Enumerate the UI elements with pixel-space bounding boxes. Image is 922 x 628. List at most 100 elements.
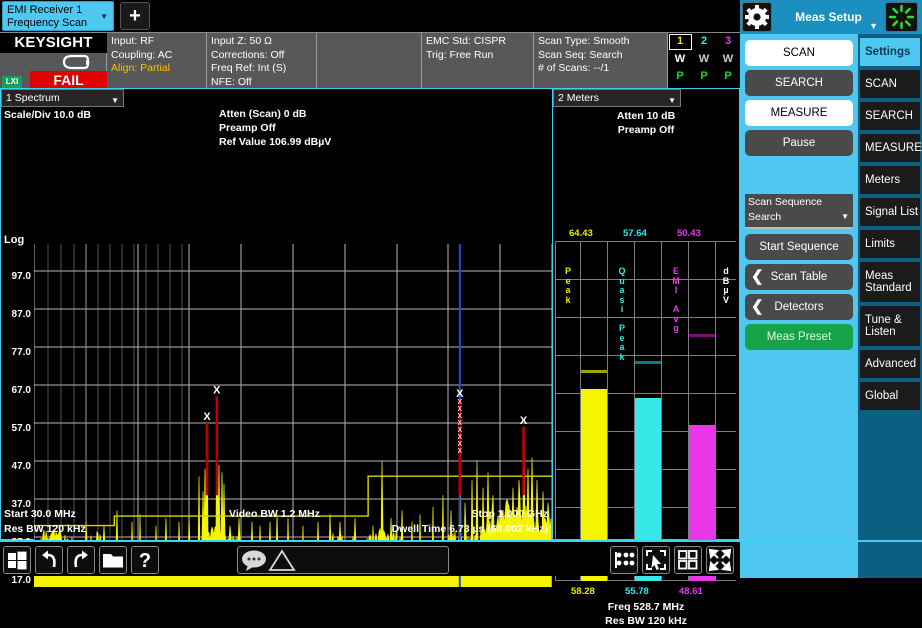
taskbar: ? bbox=[0, 540, 922, 576]
measuring-burst-icon[interactable] bbox=[885, 2, 918, 32]
meter-gridline bbox=[555, 241, 556, 581]
chevron-down-icon[interactable]: ▼ bbox=[111, 93, 119, 109]
menu-button-measure[interactable]: MEASURE bbox=[745, 100, 853, 126]
help-icon[interactable]: ? bbox=[131, 546, 159, 574]
chevron-down-icon[interactable]: ▼ bbox=[100, 11, 108, 24]
scan-sequence-dropdown[interactable]: Scan Sequence Search ▼ bbox=[745, 194, 853, 229]
menu-button-meas-preset[interactable]: Meas Preset bbox=[745, 324, 853, 350]
taskbar-teal-block bbox=[858, 542, 922, 578]
y-tick-label: 67.0 bbox=[1, 385, 31, 396]
menu-button-label: MEASURE bbox=[771, 107, 828, 119]
status-scan-settings[interactable]: Scan Type: Smooth Scan Seq: Search # of … bbox=[534, 33, 668, 89]
scale-per-div-label: Scale/Div 10.0 dB bbox=[4, 109, 91, 121]
message-status-area[interactable] bbox=[237, 546, 449, 574]
meas-setup-label: Meas Setup bbox=[795, 10, 862, 24]
menu-button-start-sequence[interactable]: Start Sequence bbox=[745, 234, 853, 260]
fullscreen-icon[interactable] bbox=[706, 546, 734, 574]
tab-emi-receiver-frequency-scan[interactable]: EMI Receiver 1 Frequency Scan ▼ bbox=[2, 1, 114, 31]
status-spacer-cell bbox=[317, 33, 422, 89]
trace-write-mode: W bbox=[668, 50, 692, 68]
four-pane-icon[interactable] bbox=[674, 546, 702, 574]
trace-detector-mode: P bbox=[716, 68, 740, 85]
add-tab-button[interactable]: + bbox=[120, 2, 150, 30]
svg-text:x: x bbox=[458, 445, 463, 455]
tab-label: Tune & Listen bbox=[865, 314, 920, 338]
tab-global[interactable]: Global bbox=[860, 382, 920, 410]
tab-label: SCAN bbox=[865, 78, 897, 90]
meter-gridline bbox=[607, 241, 608, 581]
spectrum-title-label: 1 Spectrum bbox=[6, 92, 60, 104]
status-input-z: Input Z: 50 Ω bbox=[211, 35, 312, 49]
scan-sequence-label: Scan Sequence bbox=[748, 195, 850, 210]
tab-label: Meters bbox=[865, 174, 900, 186]
trace-indicator-2[interactable]: 2 W P bbox=[692, 33, 716, 87]
tab-meters[interactable]: Meters bbox=[860, 166, 920, 194]
meter-label-units: dBµV bbox=[721, 267, 731, 305]
tab-signal-list[interactable]: Signal List bbox=[860, 198, 920, 226]
tab-tune-and-listen[interactable]: Tune & Listen bbox=[860, 306, 920, 346]
pointer-select-icon[interactable] bbox=[642, 546, 670, 574]
menu-button-panel: SCAN SEARCH MEASURE Pause Scan Sequence … bbox=[740, 34, 858, 540]
menu-button-search[interactable]: SEARCH bbox=[745, 70, 853, 96]
windows-icon[interactable] bbox=[3, 546, 31, 574]
tab-advanced[interactable]: Advanced bbox=[860, 350, 920, 378]
tab-label: Settings bbox=[865, 46, 910, 58]
meters-atten-label: Atten 10 dB bbox=[553, 109, 739, 123]
chevron-down-icon[interactable]: ▼ bbox=[668, 93, 676, 109]
spectrum-window-title[interactable]: 1 Spectrum ▼ bbox=[1, 89, 124, 107]
trace-detector-mode: P bbox=[668, 68, 692, 85]
trace-indicator-grid: 1 W P 2 W P 3 W P bbox=[668, 33, 740, 87]
gear-icon[interactable] bbox=[742, 2, 772, 32]
status-emc-settings[interactable]: EMC Std: CISPR Trig: Free Run bbox=[422, 33, 534, 89]
status-input: Input: RF bbox=[111, 35, 202, 49]
svg-text:?: ? bbox=[139, 550, 151, 572]
scan-sequence-value: Search bbox=[748, 210, 850, 225]
grid-dots-icon[interactable] bbox=[610, 546, 638, 574]
menu-button-detectors[interactable]: ❮ Detectors bbox=[745, 294, 853, 320]
svg-text:X: X bbox=[213, 384, 221, 396]
meter-peak-hold-value: 64.43 bbox=[569, 228, 593, 239]
redo-icon[interactable] bbox=[67, 546, 95, 574]
tab-settings[interactable]: Settings bbox=[860, 38, 920, 66]
meters-window-title[interactable]: 2 Meters ▼ bbox=[553, 89, 681, 107]
menu-button-scan-table[interactable]: ❮ Scan Table bbox=[745, 264, 853, 290]
menu-button-pause[interactable]: Pause bbox=[745, 130, 853, 156]
undo-icon[interactable] bbox=[35, 546, 63, 574]
meter-peak-hold-value: 50.43 bbox=[677, 228, 701, 239]
status-reference-settings[interactable]: Input Z: 50 Ω Corrections: Off Freq Ref:… bbox=[207, 33, 317, 89]
meters-title-label: 2 Meters bbox=[558, 92, 599, 104]
stop-freq-label: Stop 1.000 GHz bbox=[472, 508, 548, 520]
y-tick-label: 17.0 bbox=[1, 575, 31, 586]
svg-text:X: X bbox=[520, 415, 528, 427]
menu-button-label: Detectors bbox=[774, 301, 823, 313]
menu-button-label: SEARCH bbox=[775, 77, 823, 89]
message-icons bbox=[238, 547, 298, 573]
status-coupling: Coupling: AC bbox=[111, 49, 202, 63]
status-trig: Trig: Free Run bbox=[426, 49, 529, 63]
chevron-down-icon[interactable]: ▼ bbox=[841, 209, 849, 224]
meters-top-values: 64.43 57.64 50.43 bbox=[553, 228, 739, 240]
menu-button-scan[interactable]: SCAN bbox=[745, 40, 853, 66]
spectrum-window[interactable]: 1 Spectrum ▼ Scale/Div 10.0 dB Atten (Sc… bbox=[0, 88, 553, 540]
keysight-swirl-icon bbox=[60, 53, 90, 70]
meter-gridline bbox=[555, 317, 736, 318]
y-tick-label: 97.0 bbox=[1, 271, 31, 282]
meas-setup-menu-button[interactable]: Meas Setup ▼ bbox=[775, 2, 882, 32]
trace-indicator-3[interactable]: 3 W P bbox=[716, 33, 740, 87]
menu-button-label: Start Sequence bbox=[759, 241, 838, 253]
status-input-settings[interactable]: Input: RF Coupling: AC Align: Partial bbox=[107, 33, 207, 89]
folder-icon[interactable] bbox=[99, 546, 127, 574]
trace-indicator-1[interactable]: 1 W P bbox=[668, 33, 692, 87]
tab-limits[interactable]: Limits bbox=[860, 230, 920, 258]
meters-window[interactable]: 2 Meters ▼ Atten 10 dB Preamp Off 64.43 … bbox=[553, 88, 740, 540]
tab-scan[interactable]: SCAN bbox=[860, 70, 920, 98]
tab-title-line1: EMI Receiver 1 bbox=[7, 4, 109, 17]
tab-label: SEARCH bbox=[865, 110, 913, 122]
brand-and-status-cell: KEYSIGHT LXI FAIL bbox=[0, 33, 107, 89]
tab-measure[interactable]: MEASURE bbox=[860, 134, 920, 162]
tab-meas-standard[interactable]: Meas Standard bbox=[860, 262, 920, 302]
tab-search[interactable]: SEARCH bbox=[860, 102, 920, 130]
status-emc-std: EMC Std: CISPR bbox=[426, 35, 529, 49]
taskbar-cyan-block bbox=[740, 542, 858, 578]
trace-number: 3 bbox=[716, 33, 740, 50]
